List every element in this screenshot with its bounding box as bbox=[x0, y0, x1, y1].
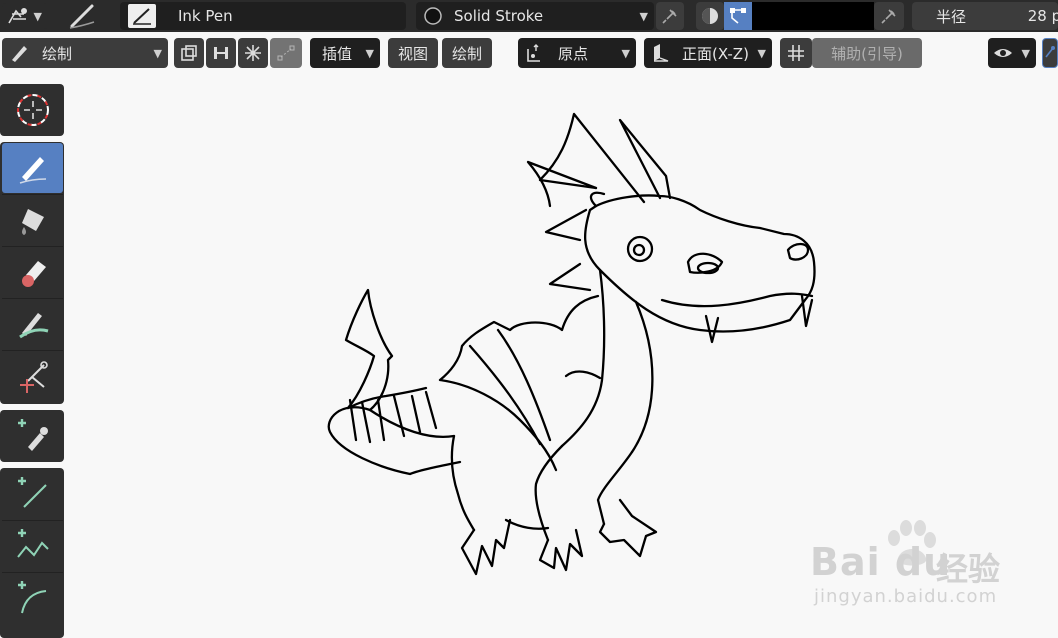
draw-tool-group bbox=[0, 142, 64, 404]
dragon-drawing bbox=[327, 112, 816, 576]
view-menu[interactable]: 视图 bbox=[388, 38, 438, 68]
chevron-down-icon: ▼ bbox=[639, 9, 648, 23]
chevron-down-icon: ▼ bbox=[365, 46, 374, 60]
color-swatch[interactable] bbox=[752, 2, 874, 30]
watermark-brand: Bai du bbox=[810, 540, 952, 584]
draw-pen-icon bbox=[19, 157, 46, 184]
eye-icon bbox=[994, 49, 1012, 57]
pin-color-button[interactable] bbox=[874, 2, 904, 30]
material-sphere-icon bbox=[424, 7, 442, 25]
brush-selector[interactable]: Ink Pen bbox=[120, 2, 406, 30]
curve-icon bbox=[277, 45, 295, 61]
weight-paint-button[interactable] bbox=[206, 38, 236, 68]
eyedropper-icon bbox=[17, 419, 48, 451]
bone-icon bbox=[214, 47, 228, 59]
cursor-tool[interactable] bbox=[2, 85, 63, 135]
chevron-down-icon: ▼ bbox=[153, 46, 162, 60]
overlay-toggle-button[interactable] bbox=[1042, 38, 1058, 68]
draw-tool[interactable] bbox=[2, 143, 63, 193]
origin-icon bbox=[527, 44, 540, 62]
line-icon bbox=[17, 477, 47, 508]
polyline-icon bbox=[16, 529, 49, 558]
object-mode-selector[interactable]: ▼ bbox=[2, 3, 48, 29]
fill-bucket-icon bbox=[21, 209, 44, 235]
brush-name: Ink Pen bbox=[178, 7, 233, 25]
brush-preview-icon bbox=[128, 4, 156, 28]
cutter-tool[interactable] bbox=[2, 351, 63, 401]
draw-pen-icon bbox=[12, 46, 27, 62]
vertex-color-mode-button[interactable] bbox=[724, 2, 752, 30]
origin-label: 原点 bbox=[558, 44, 589, 63]
radius-label: 半径 bbox=[936, 7, 967, 26]
watermark-brand-cn: 经验 bbox=[936, 550, 1001, 588]
view-axis-dropdown[interactable]: 正面(X-Z) ▼ bbox=[644, 38, 772, 68]
shape-tool-group bbox=[0, 468, 64, 638]
guides-label: 辅助(引导) bbox=[831, 44, 903, 63]
view-axis-label: 正面(X-Z) bbox=[682, 44, 749, 63]
watermark-url: jingyan.baidu.com bbox=[814, 586, 998, 607]
arc-tool[interactable] bbox=[2, 573, 63, 623]
object-mode-icon bbox=[8, 8, 27, 24]
chevron-down-icon: ▼ bbox=[621, 46, 630, 60]
visibility-dropdown[interactable]: ▼ bbox=[988, 38, 1036, 68]
multiframe-icon bbox=[181, 45, 197, 61]
polyline-tool[interactable] bbox=[2, 521, 63, 571]
shading-icon bbox=[702, 8, 718, 24]
eyedropper-tool-group bbox=[0, 410, 64, 462]
tint-brush-icon bbox=[18, 313, 48, 339]
draw-label: 绘制 bbox=[451, 44, 482, 63]
mode-dropdown[interactable]: 绘制 ▼ bbox=[2, 38, 168, 68]
material-selector[interactable]: Solid Stroke ▼ bbox=[416, 2, 654, 30]
line-tool[interactable] bbox=[2, 469, 63, 519]
grid-icon bbox=[788, 45, 804, 61]
plane-icon bbox=[654, 44, 669, 62]
eraser-icon bbox=[21, 261, 46, 287]
interpolate-dropdown[interactable]: 插值 ▼ bbox=[310, 38, 380, 68]
guides-dropdown[interactable]: 辅助(引导) bbox=[812, 38, 922, 68]
pin-icon bbox=[881, 9, 896, 24]
snowflake-icon bbox=[245, 45, 261, 61]
arc-icon bbox=[17, 581, 46, 614]
material-mode-button[interactable] bbox=[696, 2, 724, 30]
multiframe-button[interactable] bbox=[174, 38, 204, 68]
radius-value: 28 px bbox=[1027, 7, 1058, 25]
tint-tool[interactable] bbox=[2, 299, 63, 349]
radius-field[interactable]: 半径 28 px bbox=[912, 2, 1058, 30]
cursor-tool-group bbox=[0, 84, 64, 136]
baidu-watermark: Bai du 经验 jingyan.baidu.com bbox=[806, 518, 1006, 608]
active-tool-pen-icon[interactable] bbox=[66, 2, 100, 30]
grid-toggle-button[interactable] bbox=[780, 38, 812, 68]
cursor-icon bbox=[16, 94, 49, 126]
fill-tool[interactable] bbox=[2, 195, 63, 245]
view-label: 视图 bbox=[397, 44, 428, 63]
chevron-down-icon: ▼ bbox=[33, 9, 42, 23]
erase-tool[interactable] bbox=[2, 247, 63, 297]
chevron-down-icon: ▼ bbox=[757, 46, 766, 60]
cutter-icon bbox=[19, 361, 48, 393]
header-bar: ▼ Ink Pen Solid Stroke ▼ 半径 28 px bbox=[0, 0, 1058, 32]
chevron-down-icon: ▼ bbox=[1021, 46, 1030, 60]
pin-material-button[interactable] bbox=[656, 2, 684, 30]
overlay-icon bbox=[1045, 46, 1055, 58]
eyedropper-tool[interactable] bbox=[2, 411, 63, 461]
pin-icon bbox=[662, 9, 677, 24]
vertex-paint-icon bbox=[730, 8, 746, 24]
draw-menu[interactable]: 绘制 bbox=[442, 38, 492, 68]
material-name: Solid Stroke bbox=[454, 7, 544, 25]
guide-curve-button[interactable] bbox=[270, 38, 302, 68]
origin-dropdown[interactable]: 原点 ▼ bbox=[518, 38, 636, 68]
mode-label: 绘制 bbox=[42, 44, 73, 63]
freeze-button[interactable] bbox=[238, 38, 268, 68]
interpolate-label: 插值 bbox=[322, 44, 353, 63]
